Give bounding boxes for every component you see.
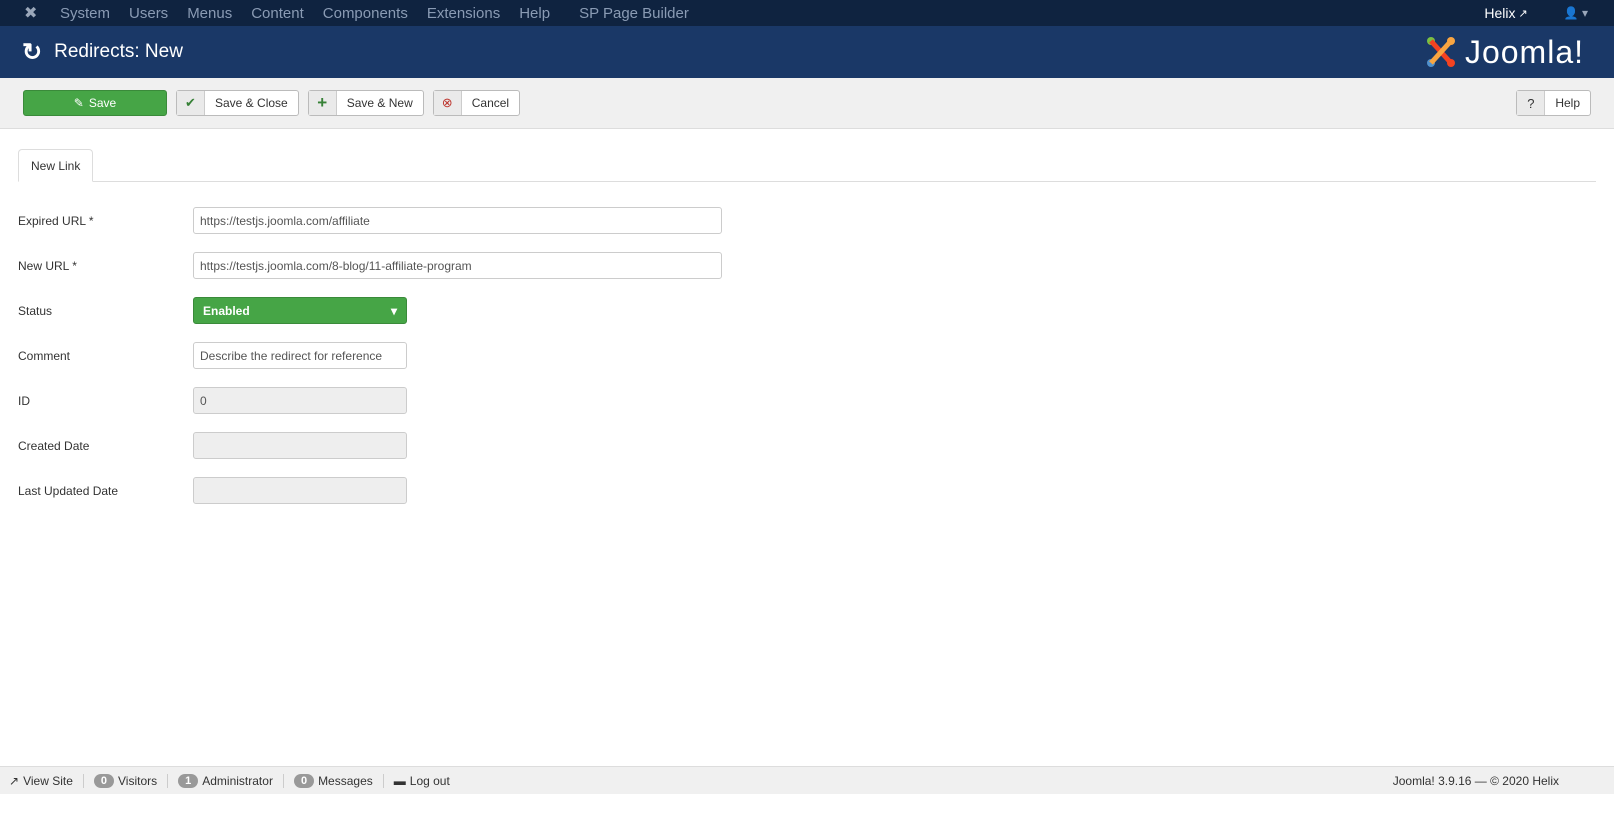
comment-input[interactable]: Describe the redirect for reference — [193, 342, 407, 369]
status-label: Status — [18, 303, 53, 318]
new-url-label: New URL * — [18, 258, 77, 273]
user-menu-icon[interactable]: 👤 ▾ — [1564, 6, 1588, 20]
save-new-button[interactable]: + Save & New — [307, 90, 424, 116]
logout-link[interactable]: ▬ Log out — [384, 774, 460, 788]
site-link[interactable]: Helix — [1484, 5, 1515, 21]
expired-url-label: Expired URL * — [18, 213, 94, 228]
comment-label: Comment — [18, 348, 71, 363]
id-field: 0 — [193, 387, 407, 414]
updated-date-label: Last Updated Date — [18, 483, 119, 498]
messages-badge: 0 — [293, 773, 315, 788]
expired-url-input[interactable]: https://testjs.joomla.com/affiliate — [193, 207, 722, 234]
admin-badge: 1 — [178, 773, 199, 788]
menu-sp-page-builder[interactable]: SP Page Builder — [579, 5, 689, 22]
menu-components[interactable]: Components — [323, 5, 408, 22]
page-title: Redirects: New — [54, 41, 183, 62]
save-close-button[interactable]: ✔ Save & Close — [176, 90, 299, 116]
menu-system[interactable]: System — [60, 5, 110, 22]
external-link-icon: ↗ — [9, 773, 20, 788]
new-url-input[interactable]: https://testjs.joomla.com/8-blog/11-affi… — [193, 252, 722, 279]
created-date-label: Created Date — [18, 438, 90, 453]
menu-help[interactable]: Help — [519, 5, 550, 22]
joomla-logo: Joomla! — [1423, 34, 1584, 71]
redirect-icon: ↻ — [22, 38, 43, 66]
cancel-button[interactable]: ⊗ Cancel — [432, 90, 521, 116]
administrator-link[interactable]: 1 Administrator — [168, 773, 284, 788]
version-text: Joomla! 3.9.16 — © 2020 Helix — [1392, 773, 1559, 788]
help-button[interactable]: ? Help — [1516, 90, 1591, 116]
tab-new-link[interactable]: New Link — [18, 149, 94, 182]
menu-menus[interactable]: Menus — [187, 5, 232, 22]
joomla-logo-icon — [1426, 37, 1455, 67]
visitors-link[interactable]: 0 Visitors — [84, 773, 169, 788]
check-icon: ✔ — [177, 91, 205, 115]
menu-content[interactable]: Content — [251, 5, 304, 22]
redirect-form: Expired URL * https://testjs.joomla.com/a… — [18, 198, 1596, 513]
caret-down-icon: ▾ — [390, 303, 397, 318]
menu-extensions[interactable]: Extensions — [427, 5, 500, 22]
plus-icon: + — [308, 91, 337, 115]
view-site-link[interactable]: ↗ View Site — [9, 773, 84, 788]
question-icon: ? — [1517, 91, 1546, 115]
external-link-icon: ↗ — [1518, 7, 1528, 20]
updated-date-field — [193, 477, 407, 504]
toolbar: ✎ Save ✔ Save & Close + Save & New ⊗ Cancel … — [0, 78, 1614, 129]
joomla-brand: Joomla! — [1464, 33, 1584, 70]
status-footer: ↗ View Site 0 Visitors 1 Administrator 0 Mes… — [0, 766, 1614, 794]
tab-bar: New Link — [18, 149, 1596, 182]
page-header: ↻ Redirects: New Joomla! — [0, 26, 1614, 78]
edit-icon: ✎ — [73, 96, 84, 110]
save-button[interactable]: ✎ Save — [23, 90, 167, 116]
messages-link[interactable]: 0 Messages — [284, 773, 384, 788]
created-date-field — [193, 432, 407, 459]
joomla-menu-icon[interactable]: ✖ — [24, 3, 46, 23]
minus-icon: ▬ — [393, 773, 406, 788]
menu-users[interactable]: Users — [129, 5, 168, 22]
status-select[interactable]: Enabled ▾ — [193, 297, 407, 324]
cancel-icon: ⊗ — [433, 91, 462, 115]
id-label: ID — [18, 393, 30, 408]
visitors-badge: 0 — [93, 773, 114, 788]
top-navbar: ✖ System Users Menus Content Components … — [0, 0, 1614, 26]
